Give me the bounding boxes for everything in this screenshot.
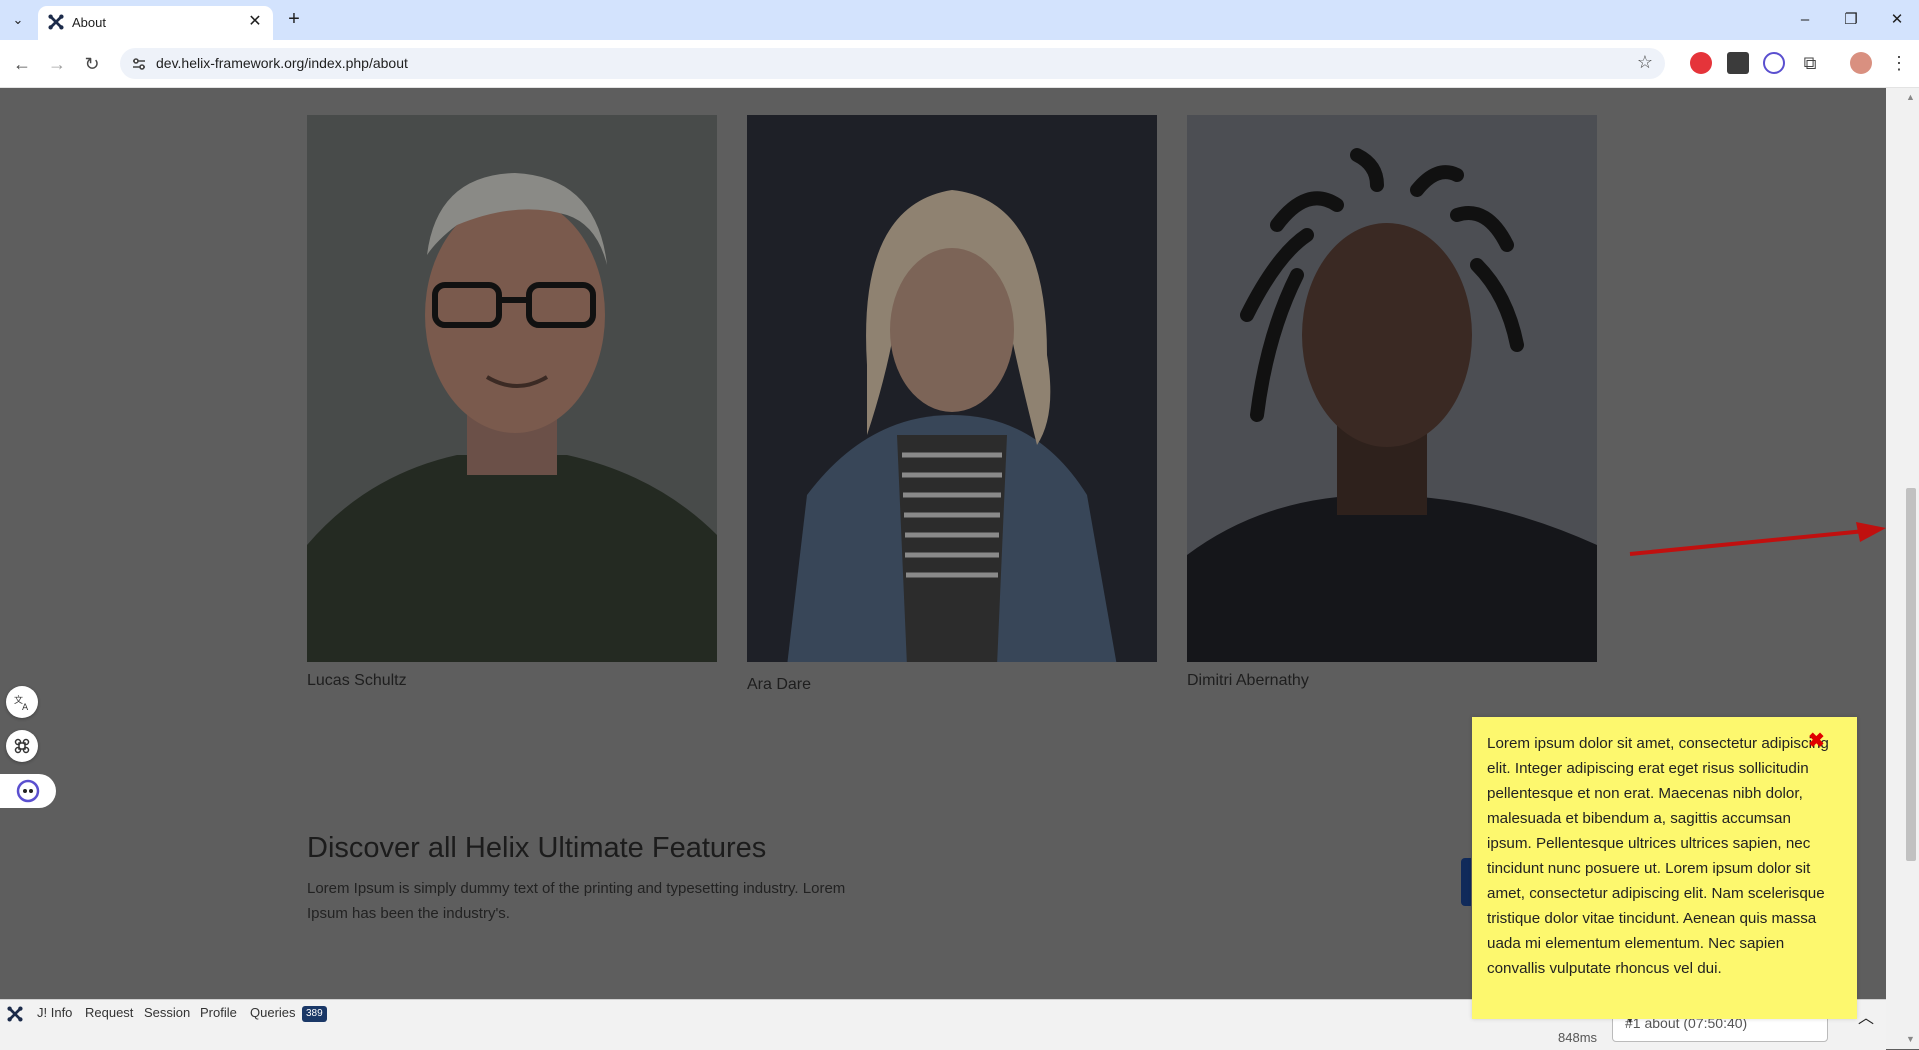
shortcut-command-icon[interactable] [6,730,38,762]
annotation-arrow [1629,522,1886,556]
joomla-logo-icon[interactable] [6,1005,24,1023]
debug-tab-queries[interactable]: Queries [250,1005,296,1020]
assistant-widget-icon[interactable] [0,774,56,808]
tab-close-icon[interactable]: ✕ [245,12,265,32]
features-title: Discover all Helix Ultimate Features [307,832,767,864]
assistant-extension-icon[interactable] [1763,52,1785,74]
browser-toolbar: ← → ↻ dev.helix-framework.org/index.php/… [0,40,1919,88]
tab-title: About [72,15,106,30]
debug-tab-profile[interactable]: Profile [200,1005,237,1020]
svg-text:A: A [22,703,29,711]
scroll-up-icon[interactable]: ▲ [1906,92,1915,102]
translate-icon[interactable]: 文A [6,686,38,718]
reload-icon[interactable]: ↻ [78,50,106,78]
address-bar[interactable]: dev.helix-framework.org/index.php/about … [120,48,1665,79]
debug-tab-info[interactable]: J! Info [37,1005,72,1020]
member-name: Dimitri Abernathy [1187,672,1309,689]
queries-count-badge: 389 [302,1006,327,1022]
bookmark-star-icon[interactable]: ☆ [1637,52,1653,73]
close-icon[interactable]: ✖ [1808,731,1825,751]
adblock-extension-icon[interactable] [1690,52,1712,74]
site-info-icon[interactable] [130,55,148,73]
debug-tab-request[interactable]: Request [85,1005,133,1020]
close-window-button[interactable]: ✕ [1877,8,1917,32]
tab-strip: ⌄ About ✕ + – ❐ ✕ [0,0,1919,40]
member-name: Ara Dare [747,676,812,693]
profile-avatar[interactable] [1850,52,1872,74]
extensions-puzzle-icon[interactable]: ⧉ [1799,52,1821,74]
team-photo-lucas [307,115,717,662]
features-cta-button[interactable] [1461,858,1471,906]
password-extension-icon[interactable] [1727,52,1749,74]
joomla-favicon-icon [48,14,64,30]
notice-popup: Lorem ipsum dolor sit amet, consectetur … [1472,717,1857,1019]
scroll-down-icon[interactable]: ▼ [1906,1034,1915,1044]
url-text: dev.helix-framework.org/index.php/about [156,55,408,71]
minimize-button[interactable]: – [1785,8,1825,32]
back-arrow-icon[interactable]: ← [8,50,36,78]
page-scrollbar[interactable]: ▲ ▼ [1886,88,1919,1049]
forward-arrow-icon[interactable]: → [43,50,71,78]
features-text: Lorem Ipsum is simply dummy text of the … [307,880,846,922]
debug-tab-session[interactable]: Session [144,1005,190,1020]
tab-about[interactable]: About ✕ [38,6,273,40]
member-name: Lucas Schultz [307,672,407,689]
tab-search-chevron-icon[interactable]: ⌄ [6,9,30,31]
restore-button[interactable]: ❐ [1831,8,1871,32]
debugbar-toggle-icon[interactable]: ︿ [1858,1004,1874,1028]
browser-menu-icon[interactable]: ⋮ [1888,52,1910,74]
scrollbar-thumb[interactable] [1906,488,1916,861]
new-tab-button[interactable]: + [282,8,306,32]
request-time: 848ms [1558,1030,1598,1045]
notice-text: Lorem ipsum dolor sit amet, consectetur … [1487,735,1829,977]
team-photo-ara [747,115,1157,662]
team-photo-dimitri [1187,115,1597,662]
